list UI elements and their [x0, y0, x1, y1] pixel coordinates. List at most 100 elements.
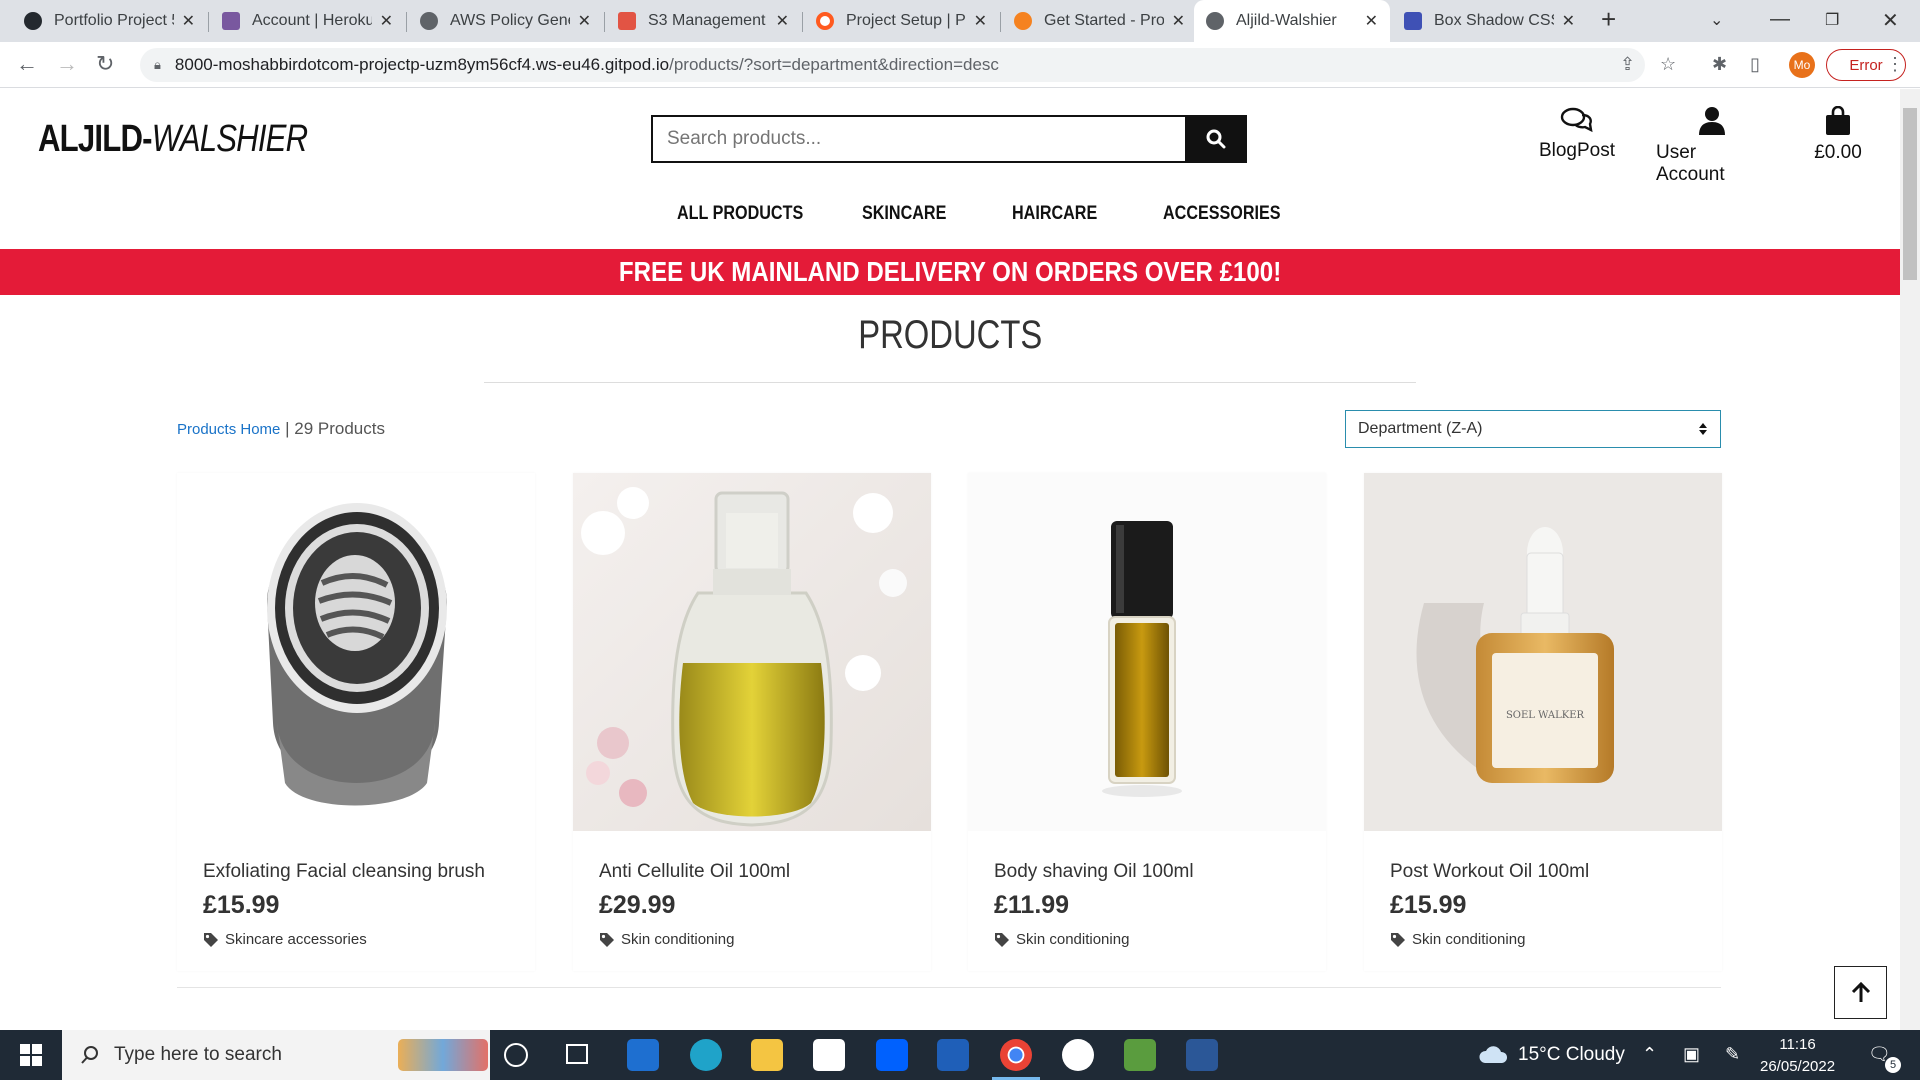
tab-title: Portfolio Project 5 — [54, 12, 174, 29]
tag-icon — [204, 932, 218, 947]
products-home-link[interactable]: Products Home — [177, 421, 280, 438]
paint-icon[interactable] — [1124, 1039, 1156, 1071]
browser-tab-box-shadow[interactable]: Box Shadow CSS Generator ✕ — [1392, 0, 1587, 42]
microsoft-store-icon[interactable] — [813, 1039, 845, 1071]
forward-arrow-icon[interactable]: → — [56, 51, 78, 77]
product-card[interactable]: Anti Cellulite Oil 100ml £29.99 Skin con… — [573, 473, 931, 971]
tab-separator — [406, 12, 407, 32]
nav-all-products[interactable]: ALL PRODUCTS — [677, 203, 803, 225]
browser-tab-project-setup[interactable]: Project Setup | Project ✕ — [804, 0, 999, 42]
tab-title: Aljild-Walshier — [1236, 12, 1337, 29]
product-image-roller-bottle[interactable] — [968, 473, 1326, 831]
browser-tab-s3[interactable]: S3 Management Console ✕ — [606, 0, 801, 42]
nav-accessories[interactable]: ACCESSORIES — [1163, 203, 1281, 225]
basket-total: £0.00 — [1814, 142, 1862, 163]
product-price: £15.99 — [1390, 891, 1467, 919]
product-card[interactable]: Exfoliating Facial cleansing brush £15.9… — [177, 473, 535, 971]
product-image-cleansing-brush[interactable] — [177, 473, 535, 831]
share-icon[interactable]: ⇪ — [1620, 54, 1635, 75]
close-icon[interactable]: ✕ — [182, 11, 195, 31]
product-name[interactable]: Body shaving Oil 100ml — [994, 861, 1194, 883]
reload-icon[interactable]: ↻ — [96, 51, 114, 77]
close-icon[interactable]: ✕ — [1172, 11, 1185, 31]
bookmark-star-icon[interactable]: ☆ — [1660, 54, 1676, 75]
product-price: £29.99 — [599, 891, 676, 919]
product-image-dropper-bottle[interactable]: SOEL WALKER — [1364, 473, 1722, 831]
product-category-link[interactable]: Skin conditioning — [1390, 931, 1525, 948]
pen-icon[interactable]: ✎ — [1725, 1044, 1740, 1065]
cortana-icon[interactable] — [504, 1043, 528, 1067]
task-view-icon[interactable] — [566, 1044, 588, 1064]
chrome-icon[interactable] — [992, 1039, 1040, 1080]
close-icon[interactable]: ✕ — [776, 11, 789, 31]
search-input[interactable] — [651, 115, 1185, 163]
product-name[interactable]: Anti Cellulite Oil 100ml — [599, 861, 790, 883]
address-bar[interactable]: 🔒︎ 8000-moshabbirdotcom-projectp-uzm8ym5… — [140, 48, 1645, 82]
tab-search-icon[interactable]: ⌄ — [1710, 10, 1723, 30]
product-name[interactable]: Exfoliating Facial cleansing brush — [203, 861, 485, 883]
close-icon[interactable]: ✕ — [974, 11, 987, 31]
weather-widget[interactable]: 15°C Cloudy — [1478, 1044, 1625, 1066]
edge-icon[interactable] — [690, 1039, 722, 1071]
nav-skincare[interactable]: SKINCARE — [862, 203, 946, 225]
sort-select[interactable]: Department (Z-A) — [1345, 410, 1721, 448]
back-arrow-icon[interactable]: ← — [16, 51, 38, 77]
mail-icon[interactable] — [627, 1039, 659, 1071]
browser-tab-aws-policy[interactable]: AWS Policy Generator ✕ — [408, 0, 603, 42]
product-category-link[interactable]: Skincare accessories — [203, 931, 367, 948]
windows-logo-icon — [20, 1044, 42, 1066]
blogpost-label: BlogPost — [1538, 140, 1616, 161]
product-price: £15.99 — [203, 891, 280, 919]
browser-menu-icon[interactable]: ⋮ — [1886, 54, 1904, 75]
g-icon — [1014, 12, 1032, 30]
search-icon — [1206, 129, 1226, 149]
minimize-icon[interactable]: — — [1770, 8, 1790, 31]
product-image-oil-bottle[interactable] — [573, 473, 931, 831]
scrollbar-thumb[interactable] — [1903, 108, 1917, 280]
basket-link[interactable]: £0.00 — [1808, 106, 1868, 164]
chevron-up-icon[interactable]: ⌃ — [1642, 1044, 1657, 1065]
slack-icon[interactable] — [1062, 1039, 1094, 1071]
browser-tab-portfolio[interactable]: Portfolio Project 5 ✕ — [12, 0, 207, 42]
browser-tab-aljild-walshier[interactable]: Aljild-Walshier ✕ — [1194, 0, 1390, 42]
delivery-banner-text: FREE UK MAINLAND DELIVERY ON ORDERS OVER… — [618, 256, 1282, 287]
user-account-link[interactable]: User Account — [1656, 106, 1768, 186]
browser-tab-heroku[interactable]: Account | Heroku ✕ — [210, 0, 405, 42]
extensions-icon[interactable]: ✱ — [1712, 54, 1727, 75]
meet-now-icon[interactable]: ▣ — [1683, 1044, 1700, 1065]
box-icon — [1404, 12, 1422, 30]
blogpost-link[interactable]: BlogPost — [1537, 106, 1617, 162]
word-icon[interactable] — [1186, 1039, 1218, 1071]
product-category-link[interactable]: Skin conditioning — [994, 931, 1129, 948]
close-icon[interactable]: ✕ — [1365, 11, 1378, 31]
system-clock[interactable]: 11:16 26/05/2022 — [1760, 1034, 1835, 1078]
restore-icon[interactable]: ❐ — [1825, 10, 1839, 30]
heroku-icon — [222, 12, 240, 30]
new-tab-icon[interactable]: + — [1601, 4, 1616, 35]
browser-tab-get-started[interactable]: Get Started - Project ✕ — [1002, 0, 1197, 42]
windows-start-button[interactable] — [20, 1044, 42, 1071]
product-card[interactable]: SOEL WALKER Post Workout Oil 100ml £15.9… — [1364, 473, 1722, 971]
side-panel-icon[interactable]: ▯ — [1750, 54, 1760, 75]
user-account-label: User Account — [1656, 142, 1725, 185]
close-icon[interactable]: ✕ — [578, 11, 591, 31]
logo-bold-text: ALJILD- — [38, 118, 153, 160]
close-icon[interactable]: ✕ — [380, 11, 393, 31]
back-to-top-button[interactable] — [1834, 966, 1887, 1019]
close-icon[interactable]: ✕ — [1562, 11, 1575, 31]
tab-title: Account | Heroku — [252, 12, 372, 29]
search-button[interactable] — [1185, 115, 1247, 163]
tag-icon — [600, 932, 614, 947]
site-logo[interactable]: ALJILD-WALSHIER — [38, 118, 308, 161]
dropbox-icon[interactable] — [876, 1039, 908, 1071]
select-arrows-icon — [1699, 423, 1707, 435]
nav-haircare[interactable]: HAIRCARE — [1012, 203, 1097, 225]
page-title-text: PRODUCTS — [857, 313, 1043, 357]
product-card[interactable]: Body shaving Oil 100ml £11.99 Skin condi… — [968, 473, 1326, 971]
close-window-icon[interactable]: ✕ — [1882, 8, 1899, 33]
profile-avatar[interactable]: Mo — [1789, 52, 1815, 78]
product-name[interactable]: Post Workout Oil 100ml — [1390, 861, 1589, 883]
vscode-icon[interactable] — [937, 1039, 969, 1071]
file-explorer-icon[interactable] — [751, 1039, 783, 1071]
product-category-link[interactable]: Skin conditioning — [599, 931, 734, 948]
